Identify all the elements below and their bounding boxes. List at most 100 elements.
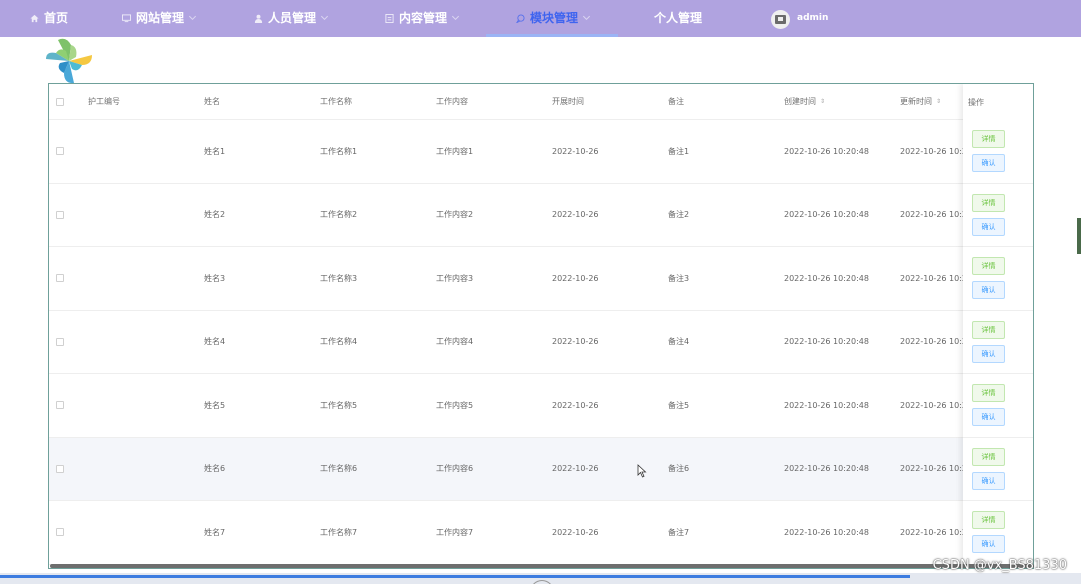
- table-row[interactable]: 姓名4 工作名称4 工作内容4 2022-10-26 备注4 2022-10-26 10:…: [49, 311, 1033, 374]
- active-nav-underline: [486, 34, 618, 37]
- row-checkbox[interactable]: [56, 464, 64, 473]
- confirm-button[interactable]: 确认: [972, 471, 1005, 490]
- row-checkbox[interactable]: [56, 210, 64, 219]
- select-all-checkbox[interactable]: [56, 97, 64, 106]
- cell-start-date: 2022-10-26: [552, 464, 599, 474]
- chevron-down-icon: [582, 12, 591, 21]
- row-checkbox[interactable]: [56, 274, 64, 283]
- image-icon: [775, 15, 786, 24]
- select-all-cell[interactable]: [56, 84, 64, 119]
- sort-icon[interactable]: ⇕: [936, 98, 941, 105]
- cell-created: 2022-10-26 10:20:48: [784, 527, 869, 537]
- column-header-label: 创建时间: [784, 97, 816, 106]
- table-row[interactable]: 姓名6 工作名称6 工作内容6 2022-10-26 备注6 2022-10-26 10:…: [49, 437, 1033, 501]
- confirm-button[interactable]: 确认: [972, 217, 1005, 236]
- cell-work-content: 工作内容2: [436, 210, 474, 220]
- table-row[interactable]: 姓名1 工作名称1 工作内容1 2022-10-26 备注1 2022-10-26 10:…: [49, 120, 1033, 184]
- detail-button[interactable]: 详情: [972, 447, 1005, 466]
- nav-item-module[interactable]: 模块管理: [516, 0, 591, 37]
- sort-icon[interactable]: ⇕: [820, 98, 825, 105]
- monitor-icon: [122, 14, 131, 23]
- nav-item-personal[interactable]: 个人管理: [654, 0, 702, 37]
- nav-item-home[interactable]: 首页: [30, 0, 68, 37]
- column-header-created[interactable]: 创建时间 ⇕: [784, 84, 825, 119]
- confirm-button[interactable]: 确认: [972, 408, 1005, 426]
- chevron-down-icon: [188, 12, 197, 21]
- cell-created: 2022-10-26 10:20:48: [784, 337, 869, 347]
- row-select-cell[interactable]: [56, 120, 64, 183]
- cell-remark: 备注3: [668, 273, 690, 283]
- cell-created: 2022-10-26 10:20:48: [784, 400, 869, 410]
- row-select-cell[interactable]: [56, 374, 64, 437]
- confirm-button[interactable]: 确认: [972, 535, 1005, 553]
- detail-button[interactable]: 详情: [972, 511, 1005, 529]
- username[interactable]: admin: [797, 0, 828, 37]
- cell-start-date: 2022-10-26: [552, 400, 599, 410]
- row-actions: 详情 确认: [963, 501, 1033, 565]
- cell-work-name: 工作名称7: [320, 527, 358, 537]
- cell-name: 姓名4: [204, 337, 226, 347]
- cell-work-name: 工作名称3: [320, 273, 358, 283]
- cell-work-name: 工作名称1: [320, 146, 358, 156]
- chevron-down-icon: [451, 12, 460, 21]
- detail-button[interactable]: 详情: [972, 130, 1005, 148]
- horizontal-scrollbar[interactable]: [50, 564, 1034, 568]
- actions-column: 操作 详情 确认 详情 确认 详情 确认 详情 确认 详情 确认 详情 确认 详情 确认: [963, 84, 1033, 568]
- table-row[interactable]: 姓名5 工作名称5 工作内容5 2022-10-26 备注5 2022-10-26 10:…: [49, 374, 1033, 438]
- cell-start-date: 2022-10-26: [552, 210, 599, 220]
- column-header-code: 护工编号: [88, 97, 120, 106]
- cell-name: 姓名1: [204, 146, 226, 156]
- confirm-button[interactable]: 确认: [972, 344, 1005, 363]
- nav-label: 内容管理: [399, 11, 448, 25]
- row-checkbox[interactable]: [56, 337, 64, 346]
- nav-label: 人员管理: [268, 11, 317, 25]
- row-checkbox[interactable]: [56, 401, 64, 410]
- table-header-row: 护工编号 姓名 工作名称 工作内容 开展时间 备注 创建时间 ⇕ 更新时间 ⇕: [49, 84, 1033, 120]
- row-actions: 详情 确认: [963, 247, 1033, 311]
- cell-start-date: 2022-10-26: [552, 146, 599, 156]
- row-select-cell[interactable]: [56, 247, 64, 310]
- cell-start-date: 2022-10-26: [552, 527, 599, 537]
- nav-item-staff[interactable]: 人员管理: [254, 0, 329, 37]
- detail-button[interactable]: 详情: [972, 193, 1005, 212]
- nav-item-site[interactable]: 网站管理: [122, 0, 197, 37]
- table-row[interactable]: 姓名3 工作名称3 工作内容3 2022-10-26 备注3 2022-10-26 10:…: [49, 247, 1033, 311]
- watermark: CSDN @vx_BS81330: [932, 558, 1067, 573]
- cell-remark: 备注7: [668, 527, 690, 537]
- cell-created: 2022-10-26 10:20:48: [784, 273, 869, 283]
- row-checkbox[interactable]: [56, 147, 64, 156]
- row-select-cell[interactable]: [56, 311, 64, 374]
- row-actions: 详情 确认: [963, 438, 1033, 501]
- row-checkbox[interactable]: [56, 528, 64, 537]
- detail-button[interactable]: 详情: [972, 384, 1005, 402]
- cell-name: 姓名7: [204, 527, 226, 537]
- row-select-cell[interactable]: [56, 438, 64, 501]
- table-row[interactable]: 姓名2 工作名称2 工作内容2 2022-10-26 备注2 2022-10-26 10:…: [49, 184, 1033, 247]
- mouse-cursor-icon: [637, 464, 647, 478]
- detail-button[interactable]: 详情: [972, 257, 1005, 275]
- row-select-cell[interactable]: [56, 184, 64, 247]
- cell-remark: 备注6: [668, 464, 690, 474]
- cell-start-date: 2022-10-26: [552, 273, 599, 283]
- nav-item-content[interactable]: 内容管理: [385, 0, 460, 37]
- cell-created: 2022-10-26 10:20:48: [784, 464, 869, 474]
- cell-work-content: 工作内容4: [436, 337, 474, 347]
- row-select-cell[interactable]: [56, 501, 64, 564]
- column-header-label: 更新时间: [900, 97, 932, 106]
- avatar[interactable]: [771, 10, 790, 29]
- confirm-button[interactable]: 确认: [972, 281, 1005, 299]
- cell-work-content: 工作内容6: [436, 464, 474, 474]
- confirm-button[interactable]: 确认: [972, 154, 1005, 172]
- row-actions: 详情 确认: [963, 374, 1033, 438]
- top-nav: 首页 网站管理 人员管理 内容管理 模块管理 个人管理 admin: [0, 0, 1081, 37]
- cell-created: 2022-10-26 10:20:48: [784, 146, 869, 156]
- cell-work-content: 工作内容7: [436, 527, 474, 537]
- cell-created: 2022-10-26 10:20:48: [784, 210, 869, 220]
- cell-remark: 备注2: [668, 210, 690, 220]
- bottom-scroll-indicator: [0, 575, 910, 578]
- column-header-updated[interactable]: 更新时间 ⇕: [900, 84, 941, 119]
- table-row[interactable]: 姓名7 工作名称7 工作内容7 2022-10-26 备注7 2022-10-26 10:…: [49, 501, 1033, 565]
- detail-button[interactable]: 详情: [972, 320, 1005, 339]
- data-table: 护工编号 姓名 工作名称 工作内容 开展时间 备注 创建时间 ⇕ 更新时间 ⇕ 姓名…: [48, 83, 1034, 569]
- column-header-work-name: 工作名称: [320, 97, 352, 106]
